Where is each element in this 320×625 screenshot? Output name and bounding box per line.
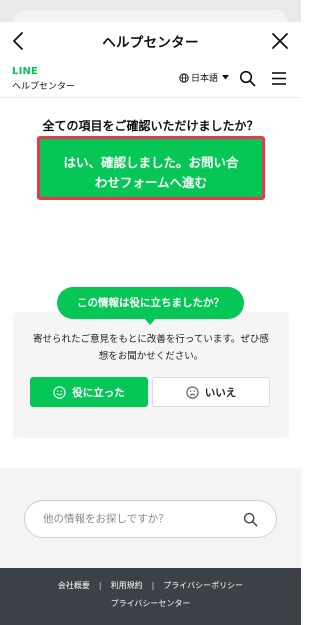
footer-links: 会社概要 | 利用規約 | プライバシーポリシー <box>0 580 301 591</box>
globe-icon <box>179 72 189 83</box>
language-label: 日本語 <box>191 74 219 84</box>
footer-link-terms[interactable]: 利用規約 <box>111 580 143 591</box>
language-selector[interactable]: 日本語 <box>179 71 230 84</box>
page-title: ヘルプセンター <box>102 35 199 51</box>
footer-link-privacy-center[interactable]: プライバシーセンター <box>111 599 191 608</box>
search-input[interactable] <box>43 511 243 527</box>
confirmation-question: 全ての項目をご確認いただけましたか？ <box>42 119 259 133</box>
helpful-yes-button[interactable]: 役に立った <box>30 377 148 407</box>
confirm-button-highlight: はい、確認しました。お問い合 わせフォームへ進む <box>37 136 265 200</box>
bubble-tail <box>144 318 156 325</box>
chevron-left-icon[interactable] <box>8 30 30 52</box>
helpful-no-button[interactable]: いいえ <box>152 377 270 407</box>
search-box <box>24 500 277 538</box>
smile-icon <box>53 385 66 399</box>
brand-logo[interactable]: LINE <box>12 66 38 77</box>
brand-subtitle[interactable]: ヘルプセンター <box>12 79 75 92</box>
footer-link-privacy-policy[interactable]: プライバシーポリシー <box>163 580 243 591</box>
footer-separator: | <box>98 581 102 590</box>
search-icon[interactable] <box>239 70 256 87</box>
frown-icon <box>186 385 199 399</box>
feedback-line-2: 想をお聞かせください。 <box>98 351 204 362</box>
button-line-1: はい、確認しました。お問い合 <box>63 155 239 170</box>
feedback-question-bubble: この情報は役に立ちましたか？ <box>57 287 244 319</box>
footer-link-company[interactable]: 会社概要 <box>58 580 90 591</box>
helpful-yes-label: 役に立った <box>72 386 125 399</box>
feedback-line-1: 寄せられたご意見をもとに改善を行っています。ぜひ感 <box>33 334 269 345</box>
top-navigation-bar: ヘルプセンター <box>0 22 301 60</box>
close-icon[interactable] <box>269 30 291 52</box>
caret-down-icon <box>222 75 230 80</box>
proceed-to-contact-form-button[interactable]: はい、確認しました。お問い合 わせフォームへ進む <box>40 139 262 197</box>
button-line-2: わせフォームへ進む <box>94 175 208 190</box>
hamburger-menu-icon[interactable] <box>271 71 287 86</box>
footer-separator: | <box>151 581 155 590</box>
helpful-no-label: いいえ <box>204 386 237 399</box>
sheet-edge <box>14 10 287 22</box>
feedback-description: 寄せられたご意見をもとに改善を行っています。ぜひ感 想をお聞かせください。 <box>24 331 278 365</box>
sheet-background <box>0 0 301 22</box>
site-header: LINE ヘルプセンター 日本語 <box>0 62 301 98</box>
site-footer: 会社概要 | 利用規約 | プライバシーポリシー プライバシーセンター <box>0 568 301 625</box>
search-icon[interactable] <box>243 512 258 527</box>
